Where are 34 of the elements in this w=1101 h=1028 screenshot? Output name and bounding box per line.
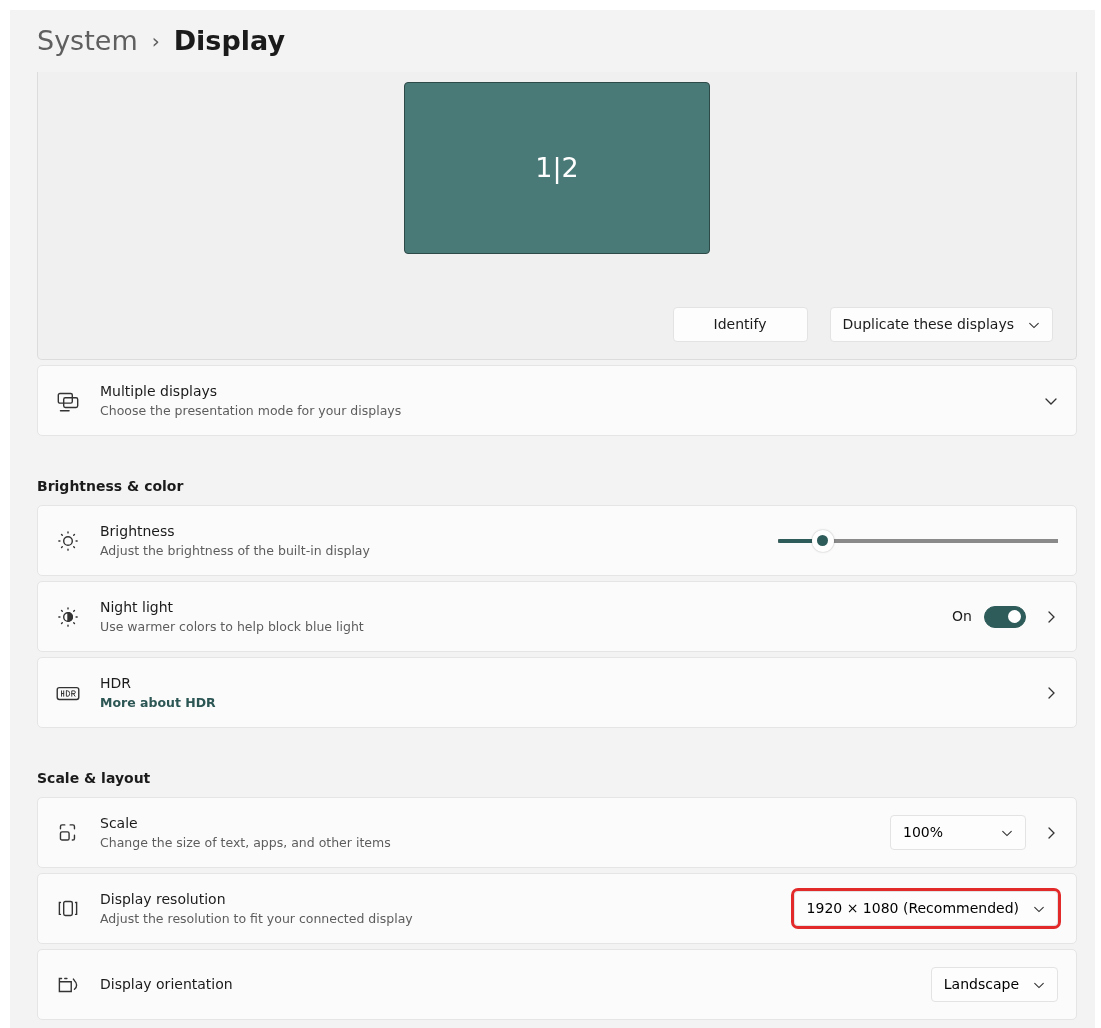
setting-title: HDR <box>100 673 133 693</box>
setting-description: Adjust the resolution to fit your connected display <box>100 909 414 928</box>
settings-row[interactable]: Night light Use warmer colors to help block blue light On <box>37 581 1077 652</box>
setting-title: Night light <box>100 597 175 617</box>
setting-description: Choose the presentation mode for your displays <box>100 401 403 420</box>
setting-description: Change the size of text, apps, and other items <box>100 833 392 852</box>
setting-title: Brightness <box>100 521 176 541</box>
settings-row[interactable]: Display resolution Adjust the resolution to fit your connected display 1920 × 1080 (Recommended) <box>37 873 1077 944</box>
monitor-tile[interactable]: 1|2 <box>404 82 710 254</box>
section-heading: Scale & layout <box>37 769 152 788</box>
breadcrumb-separator: › <box>151 28 160 55</box>
dropdown[interactable]: 1920 × 1080 (Recommended) <box>793 891 1058 926</box>
settings-row[interactable]: Scale Change the size of text, apps, and other items 100% <box>37 797 1077 868</box>
setting-title: Display resolution <box>100 889 227 909</box>
setting-description: Use warmer colors to help block blue light <box>100 617 365 636</box>
setting-description: Adjust the brightness of the built-in display <box>100 541 371 560</box>
toggle-switch[interactable] <box>984 605 1026 628</box>
setting-title: Scale <box>100 813 139 833</box>
dropdown[interactable]: 100% <box>890 815 1026 850</box>
dropdown[interactable]: Landscape <box>930 967 1058 1002</box>
settings-row[interactable]: Multiple displays Choose the presentation mode for your displays <box>37 365 1077 436</box>
section-heading: Brightness & color <box>37 477 185 496</box>
page-title: Display <box>173 23 285 58</box>
settings-row[interactable]: HDR More about HDR <box>37 657 1077 728</box>
identify-button[interactable]: Identify <box>672 307 808 342</box>
slider-thumb[interactable] <box>811 529 834 552</box>
breadcrumb-link[interactable]: System <box>37 20 138 62</box>
link[interactable]: More about HDR <box>100 693 1026 713</box>
settings-row[interactable]: Brightness Adjust the brightness of the built-in display <box>37 505 1077 576</box>
dropdown[interactable]: Duplicate these displays <box>829 307 1053 342</box>
setting-title: Display orientation <box>100 975 234 994</box>
setting-title: Multiple displays <box>100 381 219 401</box>
settings-row[interactable]: Display orientation Landscape <box>37 949 1077 1020</box>
toggle-state-label: On <box>952 607 972 626</box>
